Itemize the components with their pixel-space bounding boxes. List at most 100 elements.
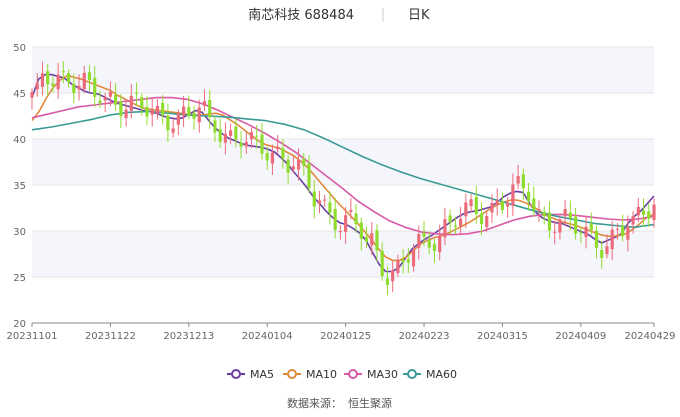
candle-down	[500, 201, 505, 211]
candle-down	[621, 225, 625, 237]
candle-down	[328, 202, 332, 213]
x-tick-label: 20240104	[242, 331, 293, 342]
candle-up	[626, 226, 630, 240]
candle-up	[459, 218, 463, 227]
grid-band	[32, 47, 654, 93]
candle-down	[474, 196, 478, 214]
candle-up	[155, 105, 160, 114]
candle-down	[422, 233, 426, 237]
candle-up	[485, 216, 489, 228]
candle-down	[260, 134, 264, 154]
candle-down	[589, 223, 593, 231]
candle-down	[579, 232, 583, 234]
candle-up	[610, 229, 614, 250]
period-label[interactable]: 日K	[408, 8, 430, 23]
x-tick-label: 20240125	[320, 331, 371, 342]
candle-up	[296, 159, 301, 170]
y-tick-label: 45	[13, 89, 26, 100]
candle-down	[234, 126, 238, 140]
candle-up	[150, 109, 154, 115]
chart-panel: 南芯科技 688484 日K 20 25 30 35 40 45 50 20231101 202…	[0, 0, 680, 413]
candle-down	[161, 102, 165, 116]
y-tick-label: 20	[13, 319, 26, 330]
ma5-marker-icon	[231, 369, 241, 379]
candle-up	[56, 74, 60, 90]
candle-up	[124, 109, 128, 119]
candle-down	[51, 83, 55, 87]
candle-up	[469, 199, 473, 207]
x-tick-label: 20231122	[85, 331, 136, 342]
x-tick-label: 20231101	[7, 331, 58, 342]
candle-down	[573, 216, 578, 234]
candle-up	[495, 200, 499, 205]
candle-down	[453, 225, 457, 227]
ma60-marker-icon	[407, 369, 417, 379]
candle-up	[249, 132, 254, 140]
candle-down	[98, 100, 102, 104]
candle-up	[181, 106, 186, 117]
candle-down	[187, 106, 191, 116]
candle-up	[516, 176, 520, 184]
candle-down	[532, 198, 536, 210]
grid-band	[32, 139, 654, 185]
y-tick-label: 25	[13, 273, 26, 284]
candle-up	[171, 128, 175, 133]
candle-down	[72, 83, 76, 93]
candle-up	[344, 215, 348, 232]
candle-down	[239, 142, 243, 147]
candle-up	[129, 95, 133, 111]
candle-down	[359, 222, 363, 239]
candle-down	[568, 212, 572, 219]
candle-up	[108, 91, 113, 97]
candle-down	[380, 250, 384, 277]
candle-up	[490, 203, 494, 213]
candle-up	[411, 249, 416, 267]
candle-up	[511, 184, 515, 206]
legend-label-ma30: MA30	[367, 368, 398, 381]
candle-down	[114, 94, 118, 105]
candle-up	[30, 92, 34, 98]
candle-up	[82, 72, 86, 90]
candle-down	[432, 244, 437, 251]
candle-up	[391, 270, 395, 282]
candle-up	[323, 199, 327, 201]
y-tick-label: 50	[13, 43, 26, 54]
x-tick-label: 20240409	[555, 331, 606, 342]
candle-up	[584, 226, 588, 237]
candle-down	[46, 71, 50, 85]
y-tick-label: 30	[13, 227, 26, 238]
candle-down	[166, 115, 170, 131]
candle-down	[255, 135, 259, 137]
candle-down	[281, 148, 285, 159]
candle-down	[302, 159, 306, 166]
candle-up	[537, 209, 541, 211]
candle-down	[265, 153, 269, 161]
y-tick-label: 40	[13, 135, 26, 146]
candle-down	[134, 92, 139, 94]
candle-down	[213, 120, 217, 133]
candle-down	[119, 101, 123, 117]
candle-down	[385, 278, 390, 285]
candle-down	[364, 237, 369, 242]
y-tick-label: 35	[13, 181, 26, 192]
candle-down	[192, 112, 196, 119]
candle-up	[338, 231, 342, 233]
candle-down	[521, 174, 525, 189]
candle-down	[479, 213, 484, 225]
candle-down	[594, 230, 599, 248]
candle-up	[276, 146, 280, 150]
candle-up	[202, 101, 207, 106]
stock-chart: 南芯科技 688484 日K 20 25 30 35 40 45 50 20231101 202…	[0, 0, 680, 413]
candle-up	[370, 233, 374, 246]
candle-up	[176, 113, 180, 125]
x-tick-label: 20231213	[163, 331, 214, 342]
candle-down	[406, 259, 410, 263]
candle-up	[40, 73, 45, 87]
stock-title: 南芯科技 688484	[248, 7, 354, 23]
candle-down	[140, 97, 144, 109]
candle-down	[93, 77, 97, 97]
candle-up	[317, 200, 322, 204]
candle-up	[443, 219, 447, 238]
x-tick-label: 20240223	[399, 331, 450, 342]
candle-up	[631, 216, 635, 225]
